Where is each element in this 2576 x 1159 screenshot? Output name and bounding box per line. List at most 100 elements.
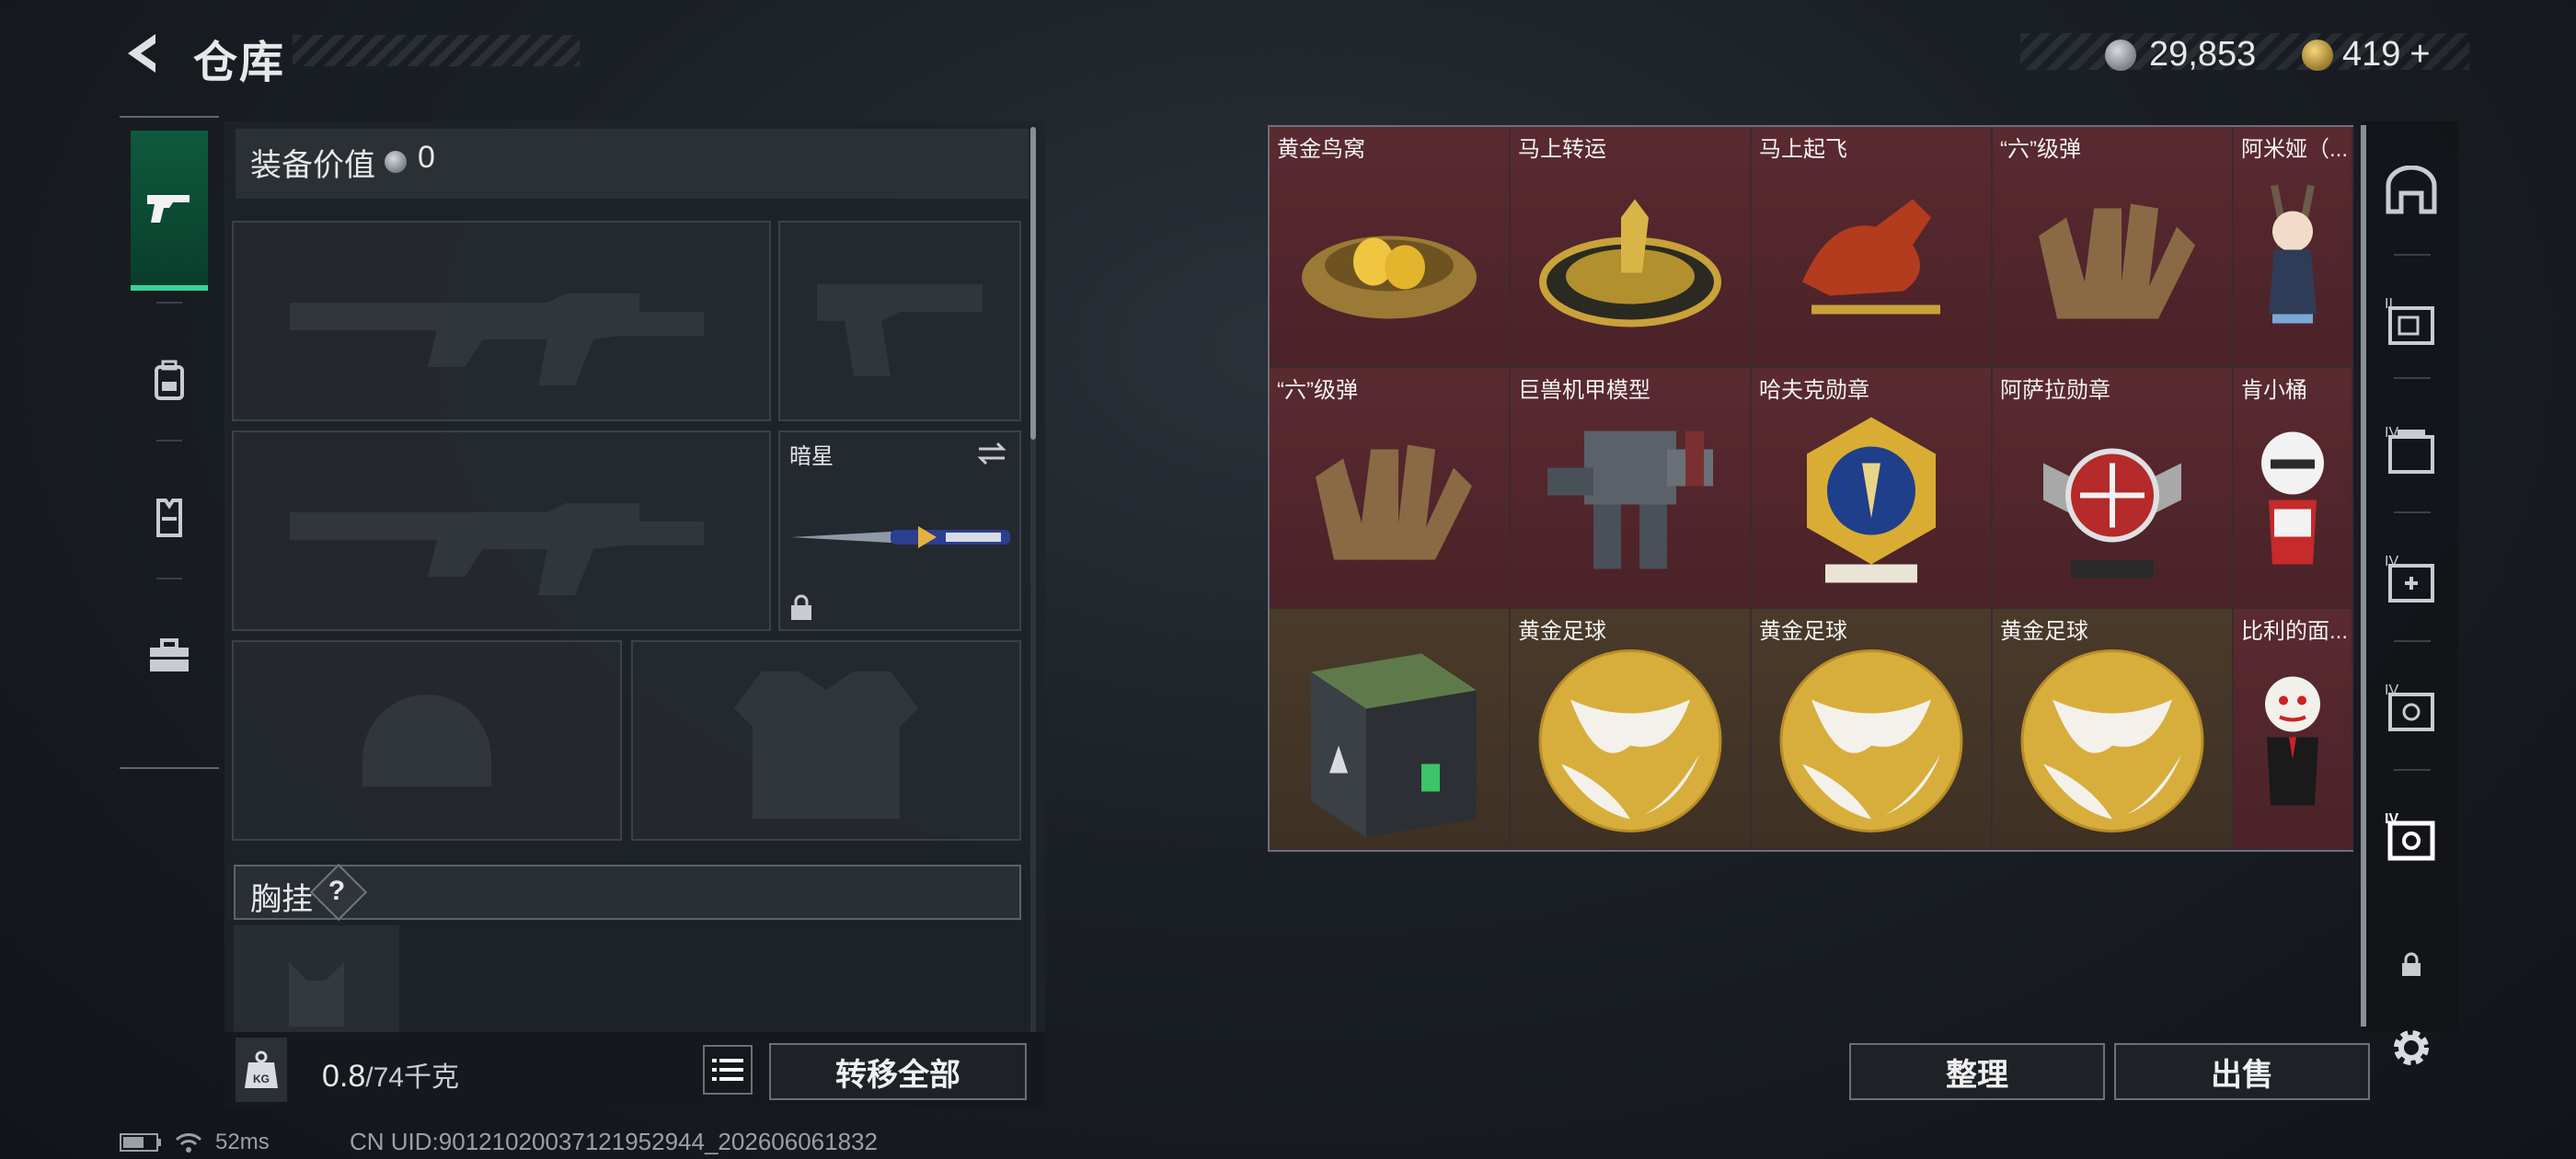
inventory-item[interactable]: 黄金鸟窝 — [1270, 127, 1511, 368]
knife-icon — [791, 526, 1010, 548]
chest-rig-label: 胸挂 — [250, 882, 313, 917]
user-uid: CN UID:90121020037121952944_202606061832 — [350, 1128, 878, 1155]
fortune-disc-icon — [1534, 180, 1727, 341]
sell-button[interactable]: 出售 — [2114, 1043, 2370, 1100]
melee-slot[interactable]: 暗星 — [778, 430, 1021, 631]
rail-divider — [2394, 254, 2431, 256]
armor-slot[interactable] — [631, 640, 1021, 841]
kg-label: KG — [253, 1073, 270, 1085]
transfer-all-button[interactable]: 转移全部 — [769, 1043, 1027, 1100]
inventory-item[interactable]: 阿萨拉勋章 — [1993, 368, 2234, 609]
current-weight: 0.8 — [322, 1059, 366, 1094]
chest-rig-slot[interactable] — [234, 925, 399, 1036]
tab-toolbox[interactable] — [131, 596, 208, 716]
inventory-item[interactable]: “六”级弹 — [1993, 127, 2234, 368]
item-name: 阿萨拉勋章 — [2000, 378, 2110, 403]
left-nav — [120, 116, 219, 769]
inventory-item[interactable]: 阿米娅（... — [2234, 127, 2353, 368]
panel-scrollbar[interactable] — [1030, 127, 1036, 440]
back-arrow-icon — [128, 34, 155, 73]
item-name: 黄金足球 — [2000, 619, 2088, 644]
inventory-item[interactable]: 巨兽机甲模型 — [1511, 368, 1752, 609]
gold-currency[interactable]: 419 + — [2302, 35, 2431, 75]
rail-divider — [2394, 511, 2431, 513]
inventory-item[interactable]: 马上转运 — [1511, 127, 1752, 368]
inventory-item[interactable] — [1270, 609, 1511, 850]
mech-model-icon — [1529, 412, 1731, 591]
nav-divider — [156, 440, 182, 442]
nav-divider — [156, 302, 182, 304]
inventory-item[interactable]: 肯小桶 — [2234, 368, 2353, 609]
nav-divider — [156, 578, 182, 580]
container-tab-5[interactable]: IV — [2383, 677, 2440, 734]
equipment-value-label: 装备价值 — [250, 148, 375, 183]
inventory-item[interactable]: 哈夫克勋章 — [1752, 368, 1993, 609]
secondary-weapon-slot[interactable] — [778, 221, 1021, 421]
weight-icon: KG — [236, 1038, 287, 1102]
helmet-slot[interactable] — [232, 640, 622, 841]
bullet-hand-icon — [1297, 421, 1481, 582]
ammo-case-icon: IV — [2385, 811, 2435, 861]
silver-coin-icon — [2105, 39, 2136, 71]
tab-vest[interactable] — [131, 458, 208, 578]
tab-backpack[interactable] — [131, 320, 208, 440]
item-name: 马上转运 — [1518, 137, 1606, 162]
container-tab-4[interactable]: IV — [2383, 548, 2440, 605]
silver-coin-icon — [385, 151, 407, 178]
container-tab-6-active[interactable]: IV — [2383, 806, 2440, 863]
gear-icon — [2394, 1030, 2429, 1065]
add-currency-icon[interactable]: + — [2409, 35, 2430, 75]
list-view-button[interactable] — [703, 1045, 753, 1095]
asara-medal-icon — [2025, 407, 2200, 596]
help-icon[interactable]: ? — [318, 876, 355, 907]
organize-button[interactable]: 整理 — [1849, 1043, 2105, 1100]
case-icon: IV — [2385, 425, 2434, 474]
container-tab-3[interactable]: IV — [2383, 419, 2440, 476]
inventory-item[interactable]: 比利的面... — [2234, 609, 2353, 850]
golden-nest-icon — [1293, 189, 1486, 332]
bullet-hand-icon — [2020, 180, 2204, 341]
medkit-case-icon: IV — [2385, 554, 2434, 602]
golden-football-icon — [1775, 644, 1968, 842]
case-icon: II — [2385, 296, 2434, 345]
rail-divider — [2394, 377, 2431, 379]
settings-button[interactable] — [2383, 1019, 2440, 1076]
item-name: 比利的面... — [2241, 619, 2349, 644]
inventory-item[interactable]: 黄金足球 — [1752, 609, 1993, 850]
kfc-figure-icon — [2247, 417, 2339, 587]
inventory-item[interactable]: “六”级弹 — [1270, 368, 1511, 609]
item-name: 马上起飞 — [1759, 137, 1847, 162]
inventory-item[interactable]: 黄金足球 — [1511, 609, 1752, 850]
inventory-item[interactable]: 黄金足球 — [1993, 609, 2234, 850]
ammo-case-icon: IV — [2385, 683, 2434, 731]
rifle-silhouette-icon — [290, 293, 704, 385]
list-icon — [712, 1059, 743, 1081]
swap-icon[interactable] — [975, 440, 1008, 467]
back-button[interactable] — [116, 28, 171, 79]
safe-box-tab[interactable] — [2383, 162, 2440, 219]
gold-coin-icon — [2302, 39, 2333, 71]
pistol-icon — [147, 195, 190, 223]
battery-icon — [120, 1133, 161, 1152]
max-weight: /74千克 — [365, 1062, 459, 1093]
armor-silhouette-icon — [734, 671, 918, 819]
page-title: 仓库 — [193, 39, 286, 87]
grid-scrollbar[interactable] — [2361, 125, 2366, 1027]
tab-weapons[interactable] — [131, 131, 208, 291]
silver-currency: 29,853 — [2105, 35, 2256, 75]
item-name: 黄金足球 — [1759, 619, 1847, 644]
gold-amount: 419 — [2342, 35, 2401, 74]
backpack-icon — [155, 360, 184, 400]
item-name: “六”级弹 — [2000, 137, 2081, 162]
container-tab-2[interactable]: II — [2383, 291, 2440, 348]
item-name: 哈夫克勋章 — [1759, 378, 1869, 403]
item-name: 肯小桶 — [2241, 378, 2307, 403]
inventory-item[interactable]: 马上起飞 — [1752, 127, 1993, 368]
item-name: 阿米娅（... — [2241, 137, 2349, 162]
equipment-value: 0 — [418, 140, 435, 175]
helmet-silhouette-icon — [362, 694, 491, 786]
wifi-icon — [175, 1133, 202, 1153]
toolbox-icon — [150, 638, 189, 671]
primary-weapon-slot-2[interactable] — [232, 430, 771, 631]
primary-weapon-slot[interactable] — [232, 221, 771, 421]
